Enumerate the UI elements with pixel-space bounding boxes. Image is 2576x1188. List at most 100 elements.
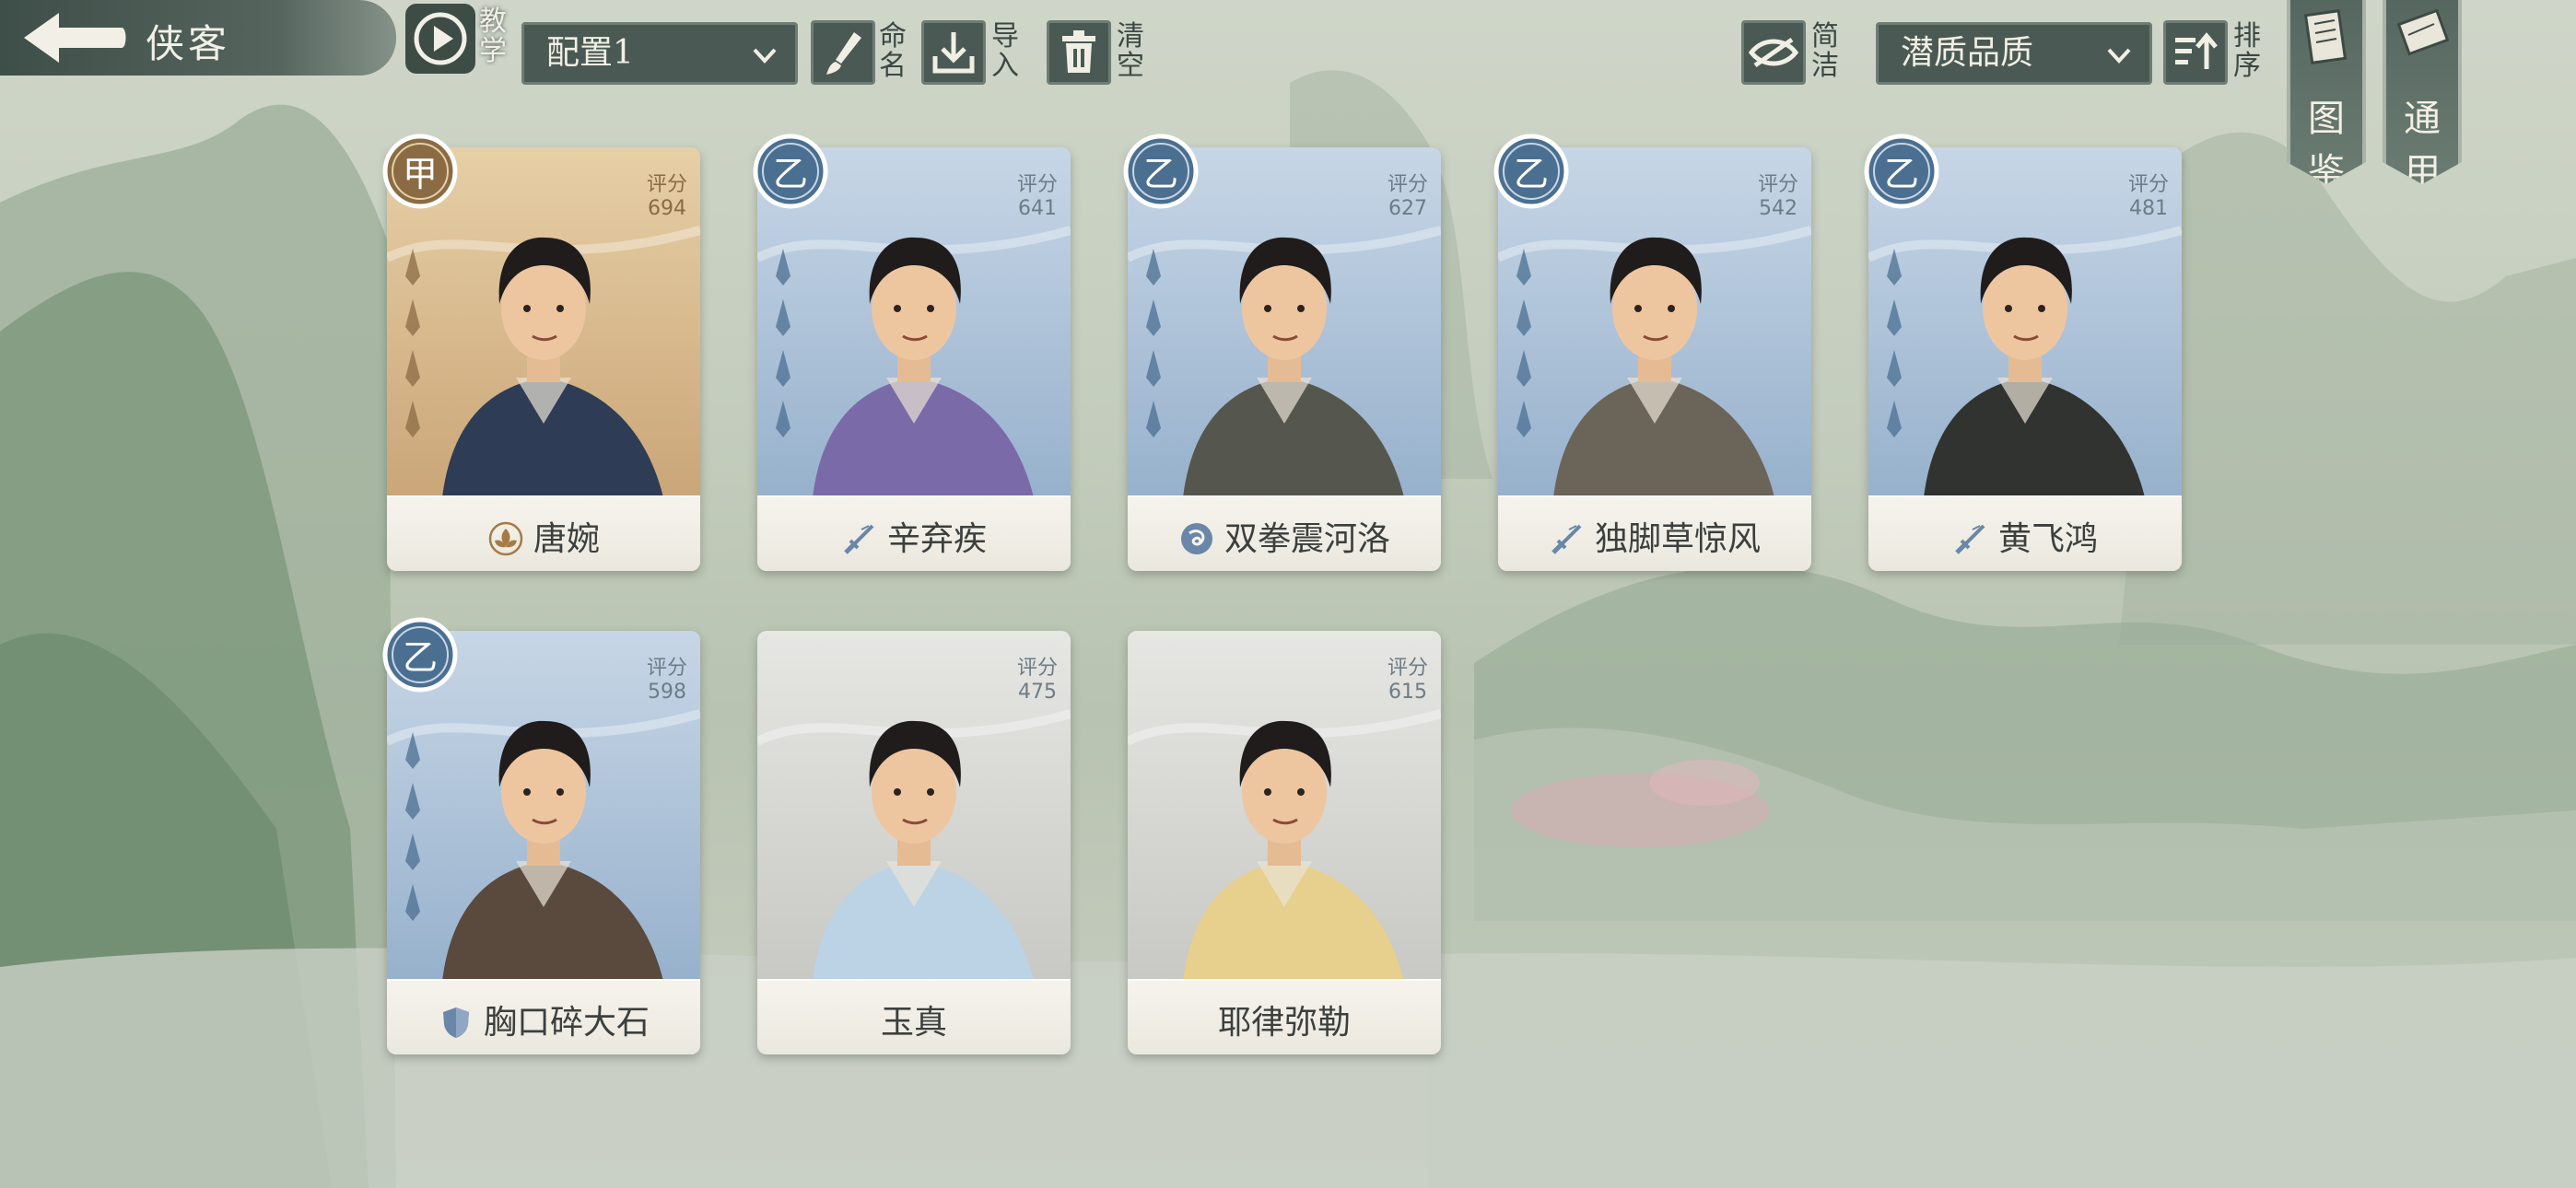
play-icon xyxy=(414,12,467,65)
character-card[interactable]: 玉真 评分 475 xyxy=(757,612,1071,1054)
score-block: 评分 481 xyxy=(2128,173,2169,221)
score-label: 评分 xyxy=(2127,173,2169,196)
character-name: 辛弃疾 xyxy=(757,512,1071,560)
rarity-marks xyxy=(1887,249,1902,437)
character-card[interactable]: 耶律弥勒 评分 615 xyxy=(1128,612,1441,1054)
rarity-marks xyxy=(776,249,790,437)
score-block: 评分 641 xyxy=(1017,173,1058,221)
clear-label: 清空 xyxy=(1117,20,1144,82)
character-name-text: 玉真 xyxy=(880,1004,947,1042)
sort-button[interactable]: 排序 xyxy=(2163,20,2270,85)
sort-select-value: 潜质品质 xyxy=(1901,34,2034,72)
score-label: 评分 xyxy=(1016,657,1058,680)
import-label: 导入 xyxy=(991,20,1019,82)
character-name-text: 双拳震河洛 xyxy=(1224,520,1390,558)
score-block: 评分 694 xyxy=(647,173,687,221)
chevron-down-icon xyxy=(753,48,777,64)
character-name-text: 独脚草惊风 xyxy=(1594,520,1761,558)
score-value: 694 xyxy=(647,197,686,220)
brush-icon xyxy=(826,32,861,75)
card-name-bar: 独脚草惊风 xyxy=(1498,495,1811,571)
card-name-bar: 黄飞鸿 xyxy=(1868,495,2182,571)
character-name-text: 唐婉 xyxy=(533,520,600,558)
character-name: 耶律弥勒 xyxy=(1128,996,1441,1043)
trash-icon xyxy=(1062,30,1095,73)
simple-mode-label: 简洁 xyxy=(1811,20,1839,82)
general-button[interactable]: 通用 xyxy=(2383,0,2462,184)
score-label: 评分 xyxy=(1016,173,1058,196)
score-value: 641 xyxy=(1017,197,1057,220)
score-block: 评分 615 xyxy=(1388,657,1428,705)
character-name: 玉真 xyxy=(757,996,1071,1043)
card-name-bar: 辛弃疾 xyxy=(757,495,1071,571)
config-select-value: 配置1 xyxy=(546,34,634,72)
eye-off-icon xyxy=(1748,37,1799,68)
sword-icon xyxy=(1955,524,1985,554)
score-value: 542 xyxy=(1758,197,1797,220)
grade-badge: 甲 xyxy=(378,129,463,214)
grade-badge: 乙 xyxy=(748,129,833,214)
tutorial-button[interactable]: 教学 xyxy=(405,4,507,77)
book-icon xyxy=(2303,9,2348,64)
grade-text: 乙 xyxy=(772,154,808,194)
character-name: 黄飞鸿 xyxy=(1868,512,2182,560)
card-name-bar: 玉真 xyxy=(757,979,1071,1054)
character-name-text: 黄飞鸿 xyxy=(1997,520,2098,558)
lotus-icon xyxy=(488,521,523,556)
sword-icon xyxy=(844,524,874,554)
character-card[interactable]: 胸口碎大石 评分 598 乙 xyxy=(382,612,700,1054)
grade-text: 甲 xyxy=(402,154,438,194)
card-name-bar: 胸口碎大石 xyxy=(387,979,700,1054)
character-card[interactable]: 双拳震河洛 评分 627 乙 xyxy=(1123,129,1441,571)
sort-label: 排序 xyxy=(2233,20,2261,82)
score-label: 评分 xyxy=(646,173,687,196)
page-title: 侠客 xyxy=(146,21,231,66)
character-card[interactable]: 黄飞鸿 评分 481 乙 xyxy=(1864,129,2182,571)
tutorial-label: 教学 xyxy=(479,6,507,67)
card-panel: 玉真 评分 475 xyxy=(757,631,1071,1054)
grade-text: 乙 xyxy=(1513,154,1549,194)
character-name: 独脚草惊风 xyxy=(1498,512,1811,560)
sword-icon xyxy=(1551,524,1582,554)
sort-select[interactable]: 潜质品质 xyxy=(1876,22,2152,85)
score-label: 评分 xyxy=(1387,173,1428,196)
rename-label: 命名 xyxy=(879,20,907,82)
simple-mode-button[interactable]: 简洁 xyxy=(1741,20,1848,85)
card-name-bar: 双拳震河洛 xyxy=(1128,495,1441,571)
score-label: 评分 xyxy=(1387,657,1428,680)
character-name-text: 辛弃疾 xyxy=(886,520,987,558)
grade-badge: 乙 xyxy=(378,612,463,697)
grade-badge: 乙 xyxy=(1489,129,1574,214)
sort-order-icon xyxy=(2175,32,2218,69)
character-name: 双拳震河洛 xyxy=(1128,512,1441,560)
card-panel: 耶律弥勒 评分 615 xyxy=(1128,631,1441,1054)
back-button[interactable] xyxy=(13,6,133,70)
character-card[interactable]: 辛弃疾 评分 641 乙 xyxy=(753,129,1071,571)
grade-text: 乙 xyxy=(402,637,438,678)
character-name-text: 耶律弥勒 xyxy=(1217,1004,1351,1042)
grade-badge: 乙 xyxy=(1118,129,1203,214)
shield-icon xyxy=(442,1007,469,1038)
character-name: 唐婉 xyxy=(387,512,700,560)
clear-button[interactable]: 清空 xyxy=(1047,20,1153,85)
score-label: 评分 xyxy=(1757,173,1798,196)
download-icon xyxy=(932,32,975,74)
back-arrow-icon xyxy=(24,13,126,63)
score-block: 评分 542 xyxy=(1758,173,1798,221)
top-bar: 侠客 教学 配置1 命名 导入 清空 简洁 潜质品质 排序 图鉴 通用 xyxy=(0,0,2576,184)
grade-badge: 乙 xyxy=(1859,129,1944,214)
character-card[interactable]: 独脚草惊风 评分 542 乙 xyxy=(1493,129,1811,571)
score-label: 评分 xyxy=(646,657,687,680)
codex-button[interactable]: 图鉴 xyxy=(2287,0,2366,184)
rename-button[interactable]: 命名 xyxy=(811,20,912,85)
character-card[interactable]: 唐婉 评分 694 甲 xyxy=(382,129,700,571)
title-bar: 侠客 xyxy=(0,0,396,76)
rarity-marks xyxy=(1516,249,1531,437)
rarity-marks xyxy=(405,732,420,921)
swirl-icon xyxy=(1180,523,1212,554)
score-value: 598 xyxy=(647,681,686,704)
config-select[interactable]: 配置1 xyxy=(521,22,798,85)
rarity-marks xyxy=(405,249,420,437)
score-value: 627 xyxy=(1388,197,1427,220)
import-button[interactable]: 导入 xyxy=(921,20,1028,85)
